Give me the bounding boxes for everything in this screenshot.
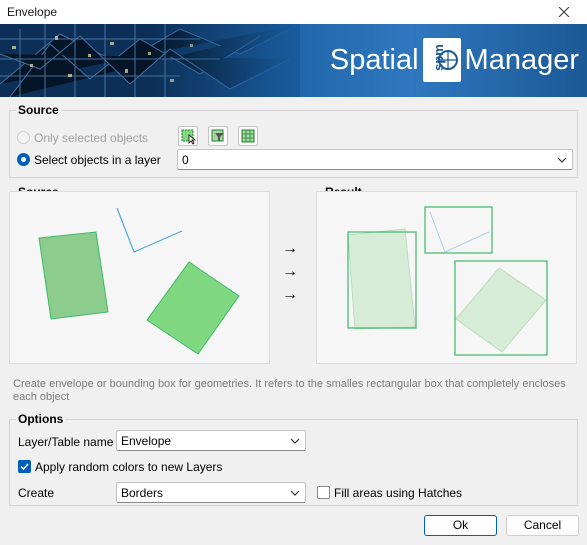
chevron-down-icon [557,157,567,163]
city-map-image [0,24,300,97]
layer-name-select[interactable]: Envelope [116,430,306,451]
select-in-layer-label: Select objects in a layer [34,153,161,167]
only-selected-radio[interactable] [17,131,30,144]
random-colors-label: Apply random colors to new Layers [35,460,223,474]
random-colors-checkbox[interactable] [18,460,31,473]
arrows: → → → [282,240,306,309]
layer-name-label: Layer/Table name [18,435,114,449]
chevron-down-icon [290,438,300,444]
source-square-shape [146,261,240,355]
select-objects-icon [181,129,197,145]
create-label: Create [18,486,55,500]
fill-hatches-label: Fill areas using Hatches [334,486,463,500]
envelope-dialog: Envelope Spatial spm Manager Source Only… [0,0,587,545]
spm-logo-icon: spm [422,38,461,82]
result-preview [316,191,577,364]
brand-text-left: Spatial [329,43,419,76]
layer-select[interactable]: 0 [177,149,573,170]
ok-button[interactable]: Ok [424,515,497,536]
brand-text-right: Manager [464,43,579,76]
select-objects-button[interactable] [178,126,198,146]
select-filter-button[interactable] [208,126,228,146]
cancel-button[interactable]: Cancel [506,515,579,536]
source-line-shape [116,207,183,253]
window-title: Envelope [7,5,58,19]
only-selected-label: Only selected objects [34,131,149,145]
result-line-shape [429,211,490,253]
globe-icon [437,50,458,70]
select-in-layer-radio[interactable] [17,153,30,166]
create-value: Borders [121,486,164,500]
select-table-icon [241,129,255,143]
arrow-icon: → [282,263,298,280]
options-group-title: Options [16,412,66,426]
brand-logo: Spatial spm Manager [330,38,579,82]
result-square-shape [455,267,547,353]
layer-select-value: 0 [182,153,189,167]
layer-name-value: Envelope [121,434,172,448]
result-shapes [347,206,548,356]
result-rectangle-shape [347,228,416,330]
arrow-icon: → [282,240,298,257]
banner: Spatial spm Manager [0,24,587,97]
arrow-icon: → [282,286,298,303]
source-preview [9,191,270,364]
select-table-button[interactable] [238,126,258,146]
create-select[interactable]: Borders [116,482,306,503]
description-text: Create envelope or bounding box for geom… [13,378,566,403]
close-icon [559,7,569,17]
source-shapes [38,207,240,355]
close-button[interactable] [541,0,587,24]
select-filter-icon [211,129,224,142]
fill-hatches-checkbox[interactable] [317,486,330,499]
source-group-title: Source [16,103,61,117]
source-rectangle-shape [38,231,109,320]
chevron-down-icon [290,490,300,496]
check-icon [20,463,29,471]
title-bar: Envelope [0,0,587,24]
